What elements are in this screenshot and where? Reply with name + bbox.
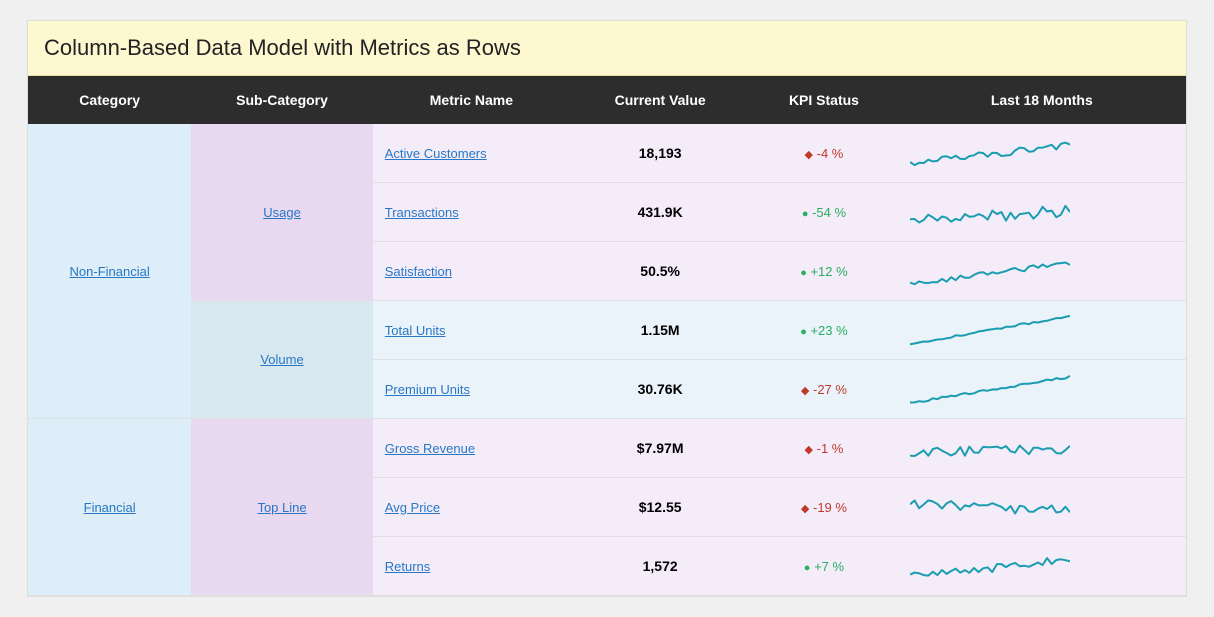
cell-chart [898, 419, 1186, 478]
cell-chart [898, 301, 1186, 360]
cell-chart [898, 242, 1186, 301]
header-value: Current Value [570, 76, 750, 124]
kpi-label: -1 % [817, 441, 844, 456]
cell-chart [898, 124, 1186, 183]
header-kpi: KPI Status [750, 76, 897, 124]
cell-kpi: ● -54 % [750, 183, 897, 242]
main-container: Column-Based Data Model with Metrics as … [27, 20, 1187, 597]
kpi-icon: ● [800, 267, 807, 279]
kpi-icon: ● [804, 562, 811, 574]
metric-link[interactable]: Gross Revenue [385, 441, 475, 456]
subcategory-link[interactable]: Usage [263, 205, 301, 220]
cell-metric[interactable]: Total Units [373, 301, 570, 360]
kpi-icon: ● [800, 326, 807, 338]
cell-value: $7.97M [570, 419, 750, 478]
title-bar: Column-Based Data Model with Metrics as … [28, 21, 1186, 76]
header-subcategory: Sub-Category [191, 76, 372, 124]
metric-link[interactable]: Active Customers [385, 146, 487, 161]
header-chart: Last 18 Months [898, 76, 1186, 124]
kpi-icon: ◆ [801, 385, 809, 397]
table-row: FinancialTop LineGross Revenue$7.97M◆ -1… [28, 419, 1186, 478]
cell-metric[interactable]: Gross Revenue [373, 419, 570, 478]
cell-value: 1.15M [570, 301, 750, 360]
metric-link[interactable]: Returns [385, 559, 431, 574]
cell-metric[interactable]: Transactions [373, 183, 570, 242]
kpi-label: +12 % [810, 264, 847, 279]
page-title: Column-Based Data Model with Metrics as … [44, 35, 1170, 61]
cell-chart [898, 478, 1186, 537]
cell-metric[interactable]: Avg Price [373, 478, 570, 537]
kpi-label: -4 % [817, 146, 844, 161]
cell-value: 30.76K [570, 360, 750, 419]
kpi-label: -27 % [813, 382, 847, 397]
cell-metric[interactable]: Active Customers [373, 124, 570, 183]
cell-category[interactable]: Non-Financial [28, 124, 191, 419]
metric-link[interactable]: Avg Price [385, 500, 440, 515]
cell-kpi: ● +12 % [750, 242, 897, 301]
cell-metric[interactable]: Premium Units [373, 360, 570, 419]
metric-link[interactable]: Premium Units [385, 382, 470, 397]
metric-link[interactable]: Satisfaction [385, 264, 452, 279]
cell-kpi: ● +23 % [750, 301, 897, 360]
category-link[interactable]: Non-Financial [70, 264, 150, 279]
kpi-icon: ◆ [801, 503, 809, 515]
cell-value: 50.5% [570, 242, 750, 301]
kpi-label: +23 % [810, 323, 847, 338]
cell-kpi: ◆ -1 % [750, 419, 897, 478]
subcategory-link[interactable]: Volume [260, 352, 303, 367]
cell-kpi: ◆ -27 % [750, 360, 897, 419]
cell-chart [898, 537, 1186, 596]
metric-link[interactable]: Total Units [385, 323, 446, 338]
table-header-row: Category Sub-Category Metric Name Curren… [28, 76, 1186, 124]
metric-link[interactable]: Transactions [385, 205, 459, 220]
cell-kpi: ● +7 % [750, 537, 897, 596]
cell-kpi: ◆ -19 % [750, 478, 897, 537]
category-link[interactable]: Financial [84, 500, 136, 515]
kpi-icon: ● [802, 208, 809, 220]
kpi-icon: ◆ [805, 149, 813, 161]
kpi-icon: ◆ [805, 444, 813, 456]
cell-value: 1,572 [570, 537, 750, 596]
metrics-table: Category Sub-Category Metric Name Curren… [28, 76, 1186, 596]
cell-subcategory[interactable]: Top Line [191, 419, 372, 596]
header-metric: Metric Name [373, 76, 570, 124]
table-row: VolumeTotal Units1.15M● +23 % [28, 301, 1186, 360]
subcategory-link[interactable]: Top Line [257, 500, 306, 515]
cell-value: 18,193 [570, 124, 750, 183]
cell-value: $12.55 [570, 478, 750, 537]
kpi-label: +7 % [814, 559, 844, 574]
cell-chart [898, 360, 1186, 419]
cell-kpi: ◆ -4 % [750, 124, 897, 183]
header-category: Category [28, 76, 191, 124]
cell-metric[interactable]: Satisfaction [373, 242, 570, 301]
cell-subcategory[interactable]: Volume [191, 301, 372, 419]
table-row: Non-FinancialUsageActive Customers18,193… [28, 124, 1186, 183]
cell-metric[interactable]: Returns [373, 537, 570, 596]
cell-subcategory[interactable]: Usage [191, 124, 372, 301]
cell-category[interactable]: Financial [28, 419, 191, 596]
cell-chart [898, 183, 1186, 242]
kpi-label: -19 % [813, 500, 847, 515]
kpi-label: -54 % [812, 205, 846, 220]
cell-value: 431.9K [570, 183, 750, 242]
